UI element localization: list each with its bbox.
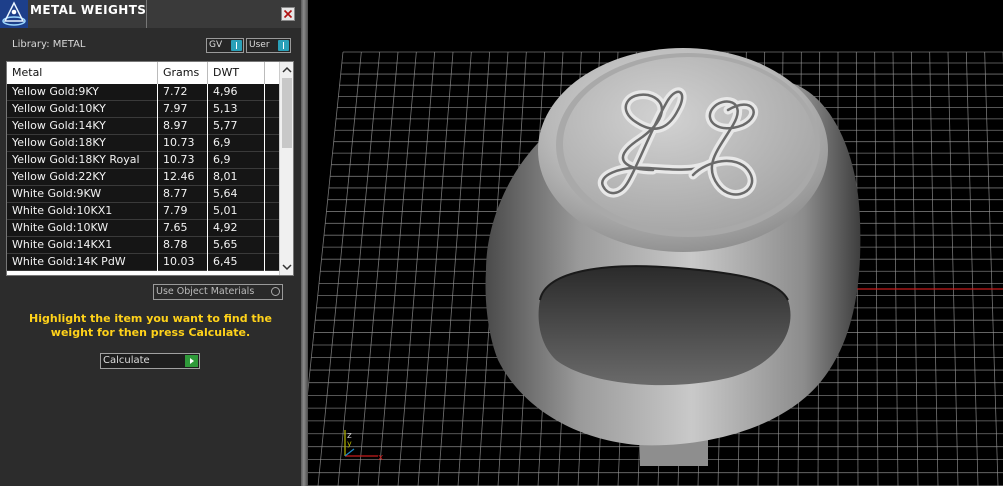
table-row[interactable]: Yellow Gold:9KY 7.72 4,96 (7, 84, 279, 101)
panel-title: METAL WEIGHTS (30, 3, 147, 17)
cell-dwt: 8,01 (208, 169, 265, 186)
cell-grams: 8.97 (158, 118, 208, 135)
table-scrollbar[interactable] (279, 62, 294, 275)
cell-dwt: 5,13 (208, 101, 265, 118)
cell-grams: 7.72 (158, 84, 208, 101)
gizmo-y-label: y (347, 439, 352, 448)
table-row[interactable]: Yellow Gold:18KY Royal 10.73 6,9 (7, 152, 279, 169)
column-header-dwt[interactable]: DWT (208, 62, 265, 84)
cell-dwt: 6,9 (208, 135, 265, 152)
use-object-materials-label: Use Object Materials (156, 286, 255, 297)
radio-icon[interactable] (271, 287, 280, 296)
cell-grams: 8.77 (158, 186, 208, 203)
table-row[interactable]: White Gold:10KW 7.65 4,92 (7, 220, 279, 237)
3d-viewport[interactable]: z y x (308, 0, 1003, 486)
table-row[interactable]: Yellow Gold:10KY 7.97 5,13 (7, 101, 279, 118)
cell-metal: White Gold:10KX1 (7, 203, 158, 220)
gizmo-x-label: x (378, 453, 384, 463)
table-row[interactable]: Yellow Gold:22KY 12.46 8,01 (7, 169, 279, 186)
scroll-up-icon[interactable] (280, 64, 294, 76)
user-toggle-label: User (249, 40, 270, 50)
table-row[interactable]: White Gold:10KX1 7.79 5,01 (7, 203, 279, 220)
close-button[interactable] (281, 7, 295, 21)
scrollbar-thumb[interactable] (282, 78, 292, 148)
calculate-button[interactable]: Calculate (100, 353, 200, 369)
title-tab-divider (146, 0, 147, 28)
cell-dwt: 5,64 (208, 186, 265, 203)
cell-metal: White Gold:14K PdW (7, 254, 158, 271)
cell-metal: Yellow Gold:18KY (7, 135, 158, 152)
cell-metal: Yellow Gold:9KY (7, 84, 158, 101)
table-row[interactable]: White Gold:9KW 8.77 5,64 (7, 186, 279, 203)
close-icon (283, 9, 293, 19)
cell-metal: Yellow Gold:10KY (7, 101, 158, 118)
cell-grams: 10.73 (158, 135, 208, 152)
cell-dwt: 6,9 (208, 152, 265, 169)
use-object-materials-option[interactable]: Use Object Materials (153, 284, 283, 300)
cell-dwt: 4,92 (208, 220, 265, 237)
scroll-down-icon[interactable] (280, 261, 294, 273)
cell-grams: 10.73 (158, 152, 208, 169)
panel-titlebar[interactable]: METAL WEIGHTS (0, 0, 301, 28)
instruction-text: Highlight the item you want to find the … (29, 312, 272, 339)
cell-grams: 7.97 (158, 101, 208, 118)
column-header-grams[interactable]: Grams (158, 62, 208, 84)
column-header-metal[interactable]: Metal (7, 62, 158, 84)
cell-metal: White Gold:9KW (7, 186, 158, 203)
cell-grams: 7.79 (158, 203, 208, 220)
toggle-knob-icon (231, 40, 242, 51)
cell-metal: White Gold:14KX1 (7, 237, 158, 254)
cell-dwt: 4,96 (208, 84, 265, 101)
metal-table[interactable]: Metal Grams DWT Yellow Gold:9KY 7.72 4,96 Y… (6, 61, 294, 276)
cell-grams: 7.65 (158, 220, 208, 237)
cell-metal: Yellow Gold:22KY (7, 169, 158, 186)
toggle-knob-icon (278, 40, 289, 51)
cell-dwt: 5,65 (208, 237, 265, 254)
cell-metal: Yellow Gold:18KY Royal (7, 152, 158, 169)
cell-dwt: 5,77 (208, 118, 265, 135)
table-row[interactable]: Yellow Gold:14KY 8.97 5,77 (7, 118, 279, 135)
library-label: Library: METAL (12, 39, 86, 50)
cell-metal: Yellow Gold:14KY (7, 118, 158, 135)
panel-splitter[interactable] (301, 0, 308, 486)
cell-metal: White Gold:10KW (7, 220, 158, 237)
cell-dwt: 5,01 (208, 203, 265, 220)
cell-grams: 12.46 (158, 169, 208, 186)
table-row[interactable]: White Gold:14KX1 8.78 5,65 (7, 237, 279, 254)
cell-dwt: 6,45 (208, 254, 265, 271)
ring-model[interactable] (485, 48, 861, 466)
user-toggle[interactable]: User (246, 38, 291, 53)
app-logo-icon (0, 0, 28, 28)
gv-toggle[interactable]: GV (206, 38, 244, 53)
gv-toggle-label: GV (209, 40, 223, 50)
cell-grams: 10.03 (158, 254, 208, 271)
table-row[interactable]: White Gold:14K PdW 10.03 6,45 (7, 254, 279, 271)
play-icon (185, 355, 198, 367)
cell-grams: 8.78 (158, 237, 208, 254)
calculate-button-label: Calculate (103, 355, 150, 366)
table-body: Yellow Gold:9KY 7.72 4,96 Yellow Gold:10KY 7… (7, 84, 279, 271)
metal-weights-panel: METAL WEIGHTS Library: METAL GV User Met… (0, 0, 301, 486)
table-header: Metal Grams DWT (7, 62, 279, 84)
table-row[interactable]: Yellow Gold:18KY 10.73 6,9 (7, 135, 279, 152)
